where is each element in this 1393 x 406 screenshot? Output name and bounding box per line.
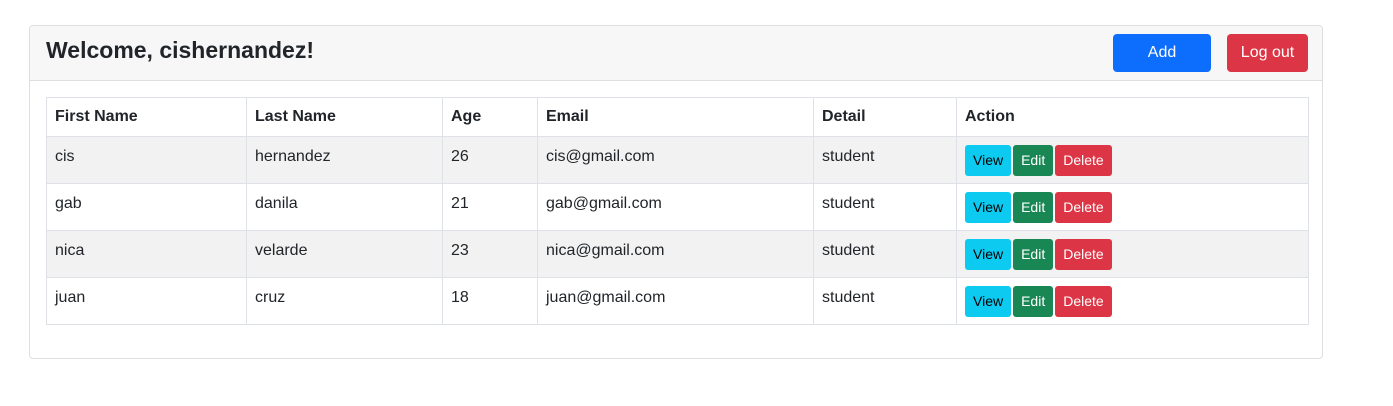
cell-action: View Edit Delete: [956, 277, 1309, 325]
column-header-email: Email: [537, 97, 814, 137]
cell-first-name: gab: [46, 183, 247, 231]
cell-action: View Edit Delete: [956, 230, 1309, 278]
users-card: Welcome, cishernandez! Add Users Log out…: [29, 25, 1323, 359]
view-button[interactable]: View: [965, 286, 1012, 317]
edit-button[interactable]: Edit: [1013, 286, 1054, 317]
table-row: juan cruz 18 juan@gmail.com student View…: [46, 277, 1309, 325]
cell-age: 23: [442, 230, 538, 278]
cell-detail: student: [813, 183, 957, 231]
cell-last-name: hernandez: [246, 136, 443, 184]
logout-button[interactable]: Log out: [1227, 34, 1308, 72]
column-header-action: Action: [956, 97, 1309, 137]
cell-email: gab@gmail.com: [537, 183, 814, 231]
view-button[interactable]: View: [965, 239, 1012, 270]
edit-button[interactable]: Edit: [1013, 192, 1054, 223]
cell-email: nica@gmail.com: [537, 230, 814, 278]
cell-last-name: velarde: [246, 230, 443, 278]
add-users-button[interactable]: Add Users: [1113, 34, 1211, 99]
users-table: First Name Last Name Age Email Detail Ac…: [46, 97, 1309, 325]
column-header-last-name: Last Name: [246, 97, 443, 137]
table-row: gab danila 21 gab@gmail.com student View…: [46, 183, 1309, 231]
cell-age: 26: [442, 136, 538, 184]
delete-button[interactable]: Delete: [1055, 145, 1112, 176]
cell-detail: student: [813, 230, 957, 278]
cell-action: View Edit Delete: [956, 183, 1309, 231]
cell-detail: student: [813, 277, 957, 325]
delete-button[interactable]: Delete: [1055, 192, 1112, 223]
edit-button[interactable]: Edit: [1013, 239, 1054, 270]
edit-button[interactable]: Edit: [1013, 145, 1054, 176]
column-header-age: Age: [442, 97, 538, 137]
view-button[interactable]: View: [965, 145, 1012, 176]
cell-first-name: cis: [46, 136, 247, 184]
view-button[interactable]: View: [965, 192, 1012, 223]
column-header-first-name: First Name: [46, 97, 247, 137]
table-row: cis hernandez 26 cis@gmail.com student V…: [46, 136, 1309, 184]
table-row: nica velarde 23 nica@gmail.com student V…: [46, 230, 1309, 278]
cell-action: View Edit Delete: [956, 136, 1309, 184]
cell-email: juan@gmail.com: [537, 277, 814, 325]
welcome-heading: Welcome, cishernandez!: [46, 37, 314, 63]
cell-first-name: nica: [46, 230, 247, 278]
table-header-row: First Name Last Name Age Email Detail Ac…: [46, 97, 1309, 137]
delete-button[interactable]: Delete: [1055, 239, 1112, 270]
delete-button[interactable]: Delete: [1055, 286, 1112, 317]
cell-last-name: danila: [246, 183, 443, 231]
cell-age: 18: [442, 277, 538, 325]
card-header: Welcome, cishernandez! Add Users Log out: [30, 26, 1322, 99]
cell-first-name: juan: [46, 277, 247, 325]
column-header-detail: Detail: [813, 97, 957, 137]
cell-age: 21: [442, 183, 538, 231]
cell-last-name: cruz: [246, 277, 443, 325]
cell-email: cis@gmail.com: [537, 136, 814, 184]
cell-detail: student: [813, 136, 957, 184]
card-body: First Name Last Name Age Email Detail Ac…: [46, 97, 1309, 325]
